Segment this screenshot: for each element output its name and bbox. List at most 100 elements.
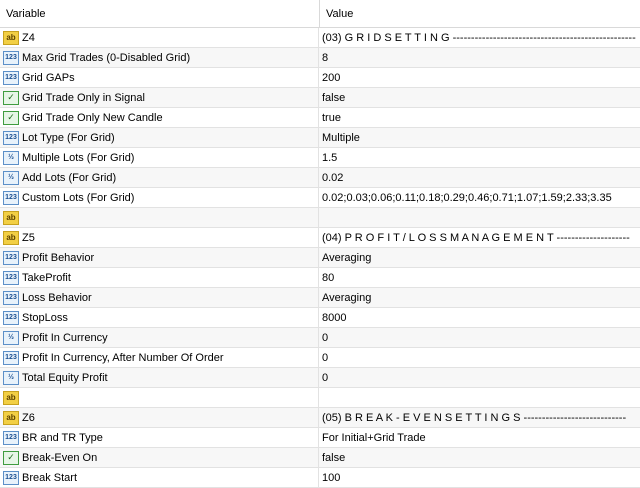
value-cell[interactable] xyxy=(319,388,640,407)
table-row[interactable]: 123 Grid GAPs 200 xyxy=(0,68,640,88)
variable-cell[interactable]: 123 BR and TR Type xyxy=(0,428,319,447)
value-cell[interactable]: false xyxy=(319,448,640,467)
value-cell[interactable]: 0 xyxy=(319,368,640,387)
grid-rows: ab Z4 (03) G R I D S E T T I N G ---------… xyxy=(0,28,640,488)
bool-icon: ✓ xyxy=(3,450,19,465)
variable-cell[interactable]: 123 Lot Type (For Grid) xyxy=(0,128,319,147)
table-row[interactable]: ½ Profit In Currency 0 xyxy=(0,328,640,348)
variable-cell[interactable]: 123 Max Grid Trades (0-Disabled Grid) xyxy=(0,48,319,67)
variable-label: Grid Trade Only in Signal xyxy=(22,91,145,104)
variable-cell[interactable]: ½ Total Equity Profit xyxy=(0,368,319,387)
table-row[interactable]: 123 TakeProfit 80 xyxy=(0,268,640,288)
variable-cell[interactable]: ½ Profit In Currency xyxy=(0,328,319,347)
variable-cell[interactable]: ✓ Grid Trade Only New Candle xyxy=(0,108,319,127)
int-icon: 123 xyxy=(3,470,19,485)
value-cell[interactable]: Averaging xyxy=(319,248,640,267)
table-row[interactable]: ✓ Grid Trade Only in Signal false xyxy=(0,88,640,108)
table-row[interactable]: ab Z4 (03) G R I D S E T T I N G ---------… xyxy=(0,28,640,48)
value-cell[interactable]: true xyxy=(319,108,640,127)
variable-cell[interactable]: 123 StopLoss xyxy=(0,308,319,327)
bool-icon: ✓ xyxy=(3,110,19,125)
value-cell[interactable]: 0 xyxy=(319,328,640,347)
variable-cell[interactable]: ✓ Grid Trade Only in Signal xyxy=(0,88,319,107)
variable-cell[interactable]: 123 Grid GAPs xyxy=(0,68,319,87)
variable-label: Multiple Lots (For Grid) xyxy=(22,151,135,164)
variable-cell[interactable]: 123 TakeProfit xyxy=(0,268,319,287)
table-row[interactable]: ½ Add Lots (For Grid) 0.02 xyxy=(0,168,640,188)
column-header-variable[interactable]: Variable xyxy=(0,0,320,27)
variable-label: TakeProfit xyxy=(22,271,71,284)
variable-label: Z5 xyxy=(22,231,35,244)
value-cell[interactable]: 100 xyxy=(319,468,640,487)
table-row[interactable]: ✓ Grid Trade Only New Candle true xyxy=(0,108,640,128)
value-cell[interactable]: 0.02;0.03;0.06;0.11;0.18;0.29;0.46;0.71;… xyxy=(319,188,640,207)
grid-header: Variable Value xyxy=(0,0,640,28)
value-cell[interactable]: For Initial+Grid Trade xyxy=(319,428,640,447)
variable-cell[interactable]: ✓ Break-Even On xyxy=(0,448,319,467)
variable-label: Max Grid Trades (0-Disabled Grid) xyxy=(22,51,191,64)
variable-label: Break Start xyxy=(22,471,78,484)
value-cell[interactable]: 1.5 xyxy=(319,148,640,167)
abc-icon: ab xyxy=(3,210,19,225)
column-header-value[interactable]: Value xyxy=(320,0,640,27)
variable-cell[interactable]: ½ Multiple Lots (For Grid) xyxy=(0,148,319,167)
table-row[interactable]: 123 Lot Type (For Grid) Multiple xyxy=(0,128,640,148)
int-icon: 123 xyxy=(3,310,19,325)
variable-cell[interactable]: ab Z5 xyxy=(0,228,319,247)
variable-label: Profit In Currency, After Number Of Orde… xyxy=(22,351,224,364)
value-cell[interactable]: (04) P R O F I T / L O S S M A N A G E M… xyxy=(319,228,640,247)
variable-cell[interactable]: ab xyxy=(0,208,319,227)
value-cell[interactable] xyxy=(319,208,640,227)
int-icon: 123 xyxy=(3,190,19,205)
value-cell[interactable]: (05) B R E A K - E V E N S E T T I N G S… xyxy=(319,408,640,427)
table-row[interactable]: ab Z6 (05) B R E A K - E V E N S E T T I N… xyxy=(0,408,640,428)
variable-cell[interactable]: ab Z4 xyxy=(0,28,319,47)
table-row[interactable]: ab Z5 (04) P R O F I T / L O S S M A N A G… xyxy=(0,228,640,248)
variable-cell[interactable]: 123 Custom Lots (For Grid) xyxy=(0,188,319,207)
variable-cell[interactable]: ½ Add Lots (For Grid) xyxy=(0,168,319,187)
value-cell[interactable]: 80 xyxy=(319,268,640,287)
table-row[interactable]: 123 Break Start 100 xyxy=(0,468,640,488)
variable-label: Grid GAPs xyxy=(22,71,75,84)
int-icon: 123 xyxy=(3,350,19,365)
table-row[interactable]: 123 BR and TR Type For Initial+Grid Trade xyxy=(0,428,640,448)
abc-icon: ab xyxy=(3,30,19,45)
variable-cell[interactable]: 123 Break Start xyxy=(0,468,319,487)
abc-icon: ab xyxy=(3,390,19,405)
table-row[interactable]: ab xyxy=(0,208,640,228)
table-row[interactable]: 123 Custom Lots (For Grid) 0.02;0.03;0.06;… xyxy=(0,188,640,208)
table-row[interactable]: 123 StopLoss 8000 xyxy=(0,308,640,328)
variable-label: Z4 xyxy=(22,31,35,44)
table-row[interactable]: ✓ Break-Even On false xyxy=(0,448,640,468)
frac-icon: ½ xyxy=(3,150,19,165)
variable-cell[interactable]: 123 Profit In Currency, After Number Of O… xyxy=(0,348,319,367)
table-row[interactable]: ab xyxy=(0,388,640,408)
variable-label: Z6 xyxy=(22,411,35,424)
table-row[interactable]: ½ Multiple Lots (For Grid) 1.5 xyxy=(0,148,640,168)
frac-icon: ½ xyxy=(3,170,19,185)
parameters-grid: Variable Value ab Z4 (03) G R I D S E T T … xyxy=(0,0,640,488)
variable-cell[interactable]: 123 Loss Behavior xyxy=(0,288,319,307)
variable-label: BR and TR Type xyxy=(22,431,103,444)
int-icon: 123 xyxy=(3,250,19,265)
variable-cell[interactable]: 123 Profit Behavior xyxy=(0,248,319,267)
value-cell[interactable]: Multiple xyxy=(319,128,640,147)
table-row[interactable]: 123 Profit In Currency, After Number Of O… xyxy=(0,348,640,368)
table-row[interactable]: ½ Total Equity Profit 0 xyxy=(0,368,640,388)
variable-label: Grid Trade Only New Candle xyxy=(22,111,163,124)
variable-cell[interactable]: ab xyxy=(0,388,319,407)
table-row[interactable]: 123 Loss Behavior Averaging xyxy=(0,288,640,308)
variable-cell[interactable]: ab Z6 xyxy=(0,408,319,427)
variable-label: Lot Type (For Grid) xyxy=(22,131,115,144)
value-cell[interactable]: 0.02 xyxy=(319,168,640,187)
value-cell[interactable]: (03) G R I D S E T T I N G -------------… xyxy=(319,28,640,47)
value-cell[interactable]: Averaging xyxy=(319,288,640,307)
table-row[interactable]: 123 Profit Behavior Averaging xyxy=(0,248,640,268)
int-icon: 123 xyxy=(3,430,19,445)
value-cell[interactable]: 0 xyxy=(319,348,640,367)
value-cell[interactable]: false xyxy=(319,88,640,107)
value-cell[interactable]: 8000 xyxy=(319,308,640,327)
value-cell[interactable]: 8 xyxy=(319,48,640,67)
table-row[interactable]: 123 Max Grid Trades (0-Disabled Grid) 8 xyxy=(0,48,640,68)
value-cell[interactable]: 200 xyxy=(319,68,640,87)
